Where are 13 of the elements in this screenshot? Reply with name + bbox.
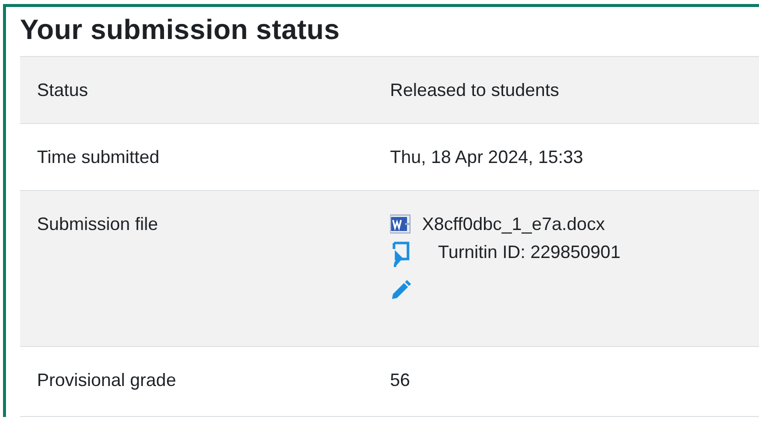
row-value: Released to students — [390, 79, 560, 101]
file-link[interactable]: X8cff0dbc_1_e7a.docx — [422, 213, 605, 235]
row-label: Time submitted — [37, 146, 160, 168]
row-label: Status — [37, 79, 90, 101]
return-arrow-icon — [390, 241, 412, 269]
row-label: Provisional grade — [37, 369, 178, 391]
row-value: 56 — [390, 369, 412, 391]
turnitin-id: Turnitin ID: 229850901 — [438, 241, 620, 263]
row-label: Submission file — [37, 213, 160, 235]
edit-icon[interactable] — [390, 279, 412, 301]
word-document-icon — [390, 214, 412, 234]
section-heading: Your submission status — [20, 13, 341, 47]
row-value: Thu, 18 Apr 2024, 15:33 — [390, 146, 584, 168]
